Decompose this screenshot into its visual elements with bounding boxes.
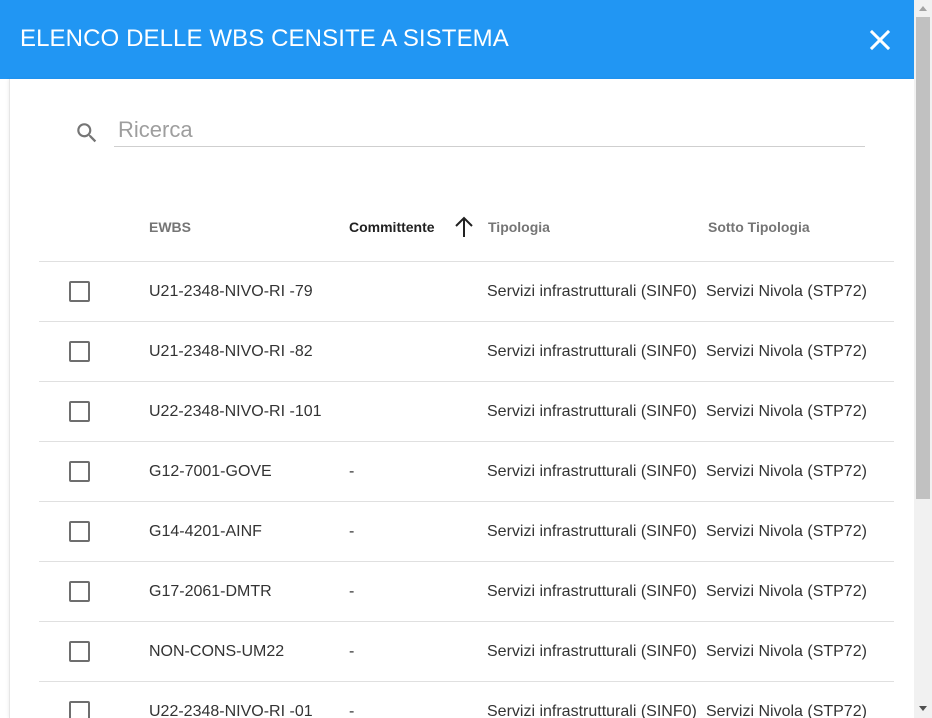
cell-ewbs: G12-7001-GOVE — [149, 463, 272, 480]
column-header-tipologia[interactable]: Tipologia — [488, 218, 550, 236]
cell-ewbs: NON-CONS-UM22 — [149, 643, 285, 660]
dialog-title: ELENCO DELLE WBS CENSITE A SISTEMA — [20, 25, 509, 52]
table-row[interactable]: U21-2348-NIVO-RI -82 Servizi infrastruttu… — [39, 321, 894, 381]
cell-sotto-tipologia: Servizi Nivola (STP72) — [706, 703, 867, 718]
dialog-header: ELENCO DELLE WBS CENSITE A SISTEMA — [0, 0, 914, 79]
cell-sotto-tipologia: Servizi Nivola (STP72) — [706, 463, 867, 480]
cell-tipologia: Servizi infrastrutturali (SINF0) — [487, 463, 697, 480]
wbs-list-dialog: ELENCO DELLE WBS CENSITE A SISTEMA EWBS … — [0, 0, 914, 718]
cell-ewbs: U21-2348-NIVO-RI -79 — [149, 283, 313, 300]
close-button[interactable] — [862, 22, 898, 58]
scrollbar-thumb[interactable] — [916, 17, 930, 499]
cell-tipologia: Servizi infrastrutturali (SINF0) — [487, 643, 697, 660]
cell-sotto-tipologia: Servizi Nivola (STP72) — [706, 583, 867, 600]
cell-sotto-tipologia: Servizi Nivola (STP72) — [706, 523, 867, 540]
search-input[interactable] — [114, 114, 865, 147]
cell-sotto-tipologia: Servizi Nivola (STP72) — [706, 283, 867, 300]
cell-committente: - — [349, 523, 355, 540]
table-row[interactable]: U22-2348-NIVO-RI -101 Servizi infrastrutt… — [39, 381, 894, 441]
row-checkbox[interactable] — [69, 521, 90, 542]
scroll-up-icon[interactable] — [919, 6, 927, 11]
table-row[interactable]: G12-7001-GOVE - Servizi infrastrutturali (… — [39, 441, 894, 501]
cell-tipologia: Servizi infrastrutturali (SINF0) — [487, 283, 697, 300]
scroll-down-icon[interactable] — [919, 706, 927, 711]
cell-sotto-tipologia: Servizi Nivola (STP72) — [706, 403, 867, 420]
cell-sotto-tipologia: Servizi Nivola (STP72) — [706, 643, 867, 660]
row-checkbox[interactable] — [69, 281, 90, 302]
close-icon[interactable] — [862, 22, 898, 58]
cell-tipologia: Servizi infrastrutturali (SINF0) — [487, 523, 697, 540]
arrow-up-icon[interactable] — [453, 215, 475, 239]
column-header-ewbs[interactable]: EWBS — [149, 218, 191, 236]
cell-tipologia: Servizi infrastrutturali (SINF0) — [487, 583, 697, 600]
row-checkbox[interactable] — [69, 701, 90, 718]
table-row[interactable]: U21-2348-NIVO-RI -79 Servizi infrastruttu… — [39, 261, 894, 321]
cell-tipologia: Servizi infrastrutturali (SINF0) — [487, 343, 697, 360]
row-checkbox[interactable] — [69, 341, 90, 362]
column-header-committente[interactable]: Committente — [349, 218, 435, 236]
table-row[interactable]: G17-2061-DMTR - Servizi infrastrutturali (… — [39, 561, 894, 621]
column-header-sotto-tipologia[interactable]: Sotto Tipologia — [708, 218, 810, 236]
cell-tipologia: Servizi infrastrutturali (SINF0) — [487, 403, 697, 420]
cell-tipologia: Servizi infrastrutturali (SINF0) — [487, 703, 697, 718]
cell-committente: - — [349, 643, 355, 660]
row-checkbox[interactable] — [69, 641, 90, 662]
table-body: U21-2348-NIVO-RI -79 Servizi infrastruttu… — [39, 261, 894, 718]
cell-ewbs: G17-2061-DMTR — [149, 583, 272, 600]
cell-ewbs: U21-2348-NIVO-RI -82 — [149, 343, 313, 360]
table-row[interactable]: NON-CONS-UM22 - Servizi infrastrutturali (… — [39, 621, 894, 681]
cell-sotto-tipologia: Servizi Nivola (STP72) — [706, 343, 867, 360]
cell-committente: - — [349, 463, 355, 480]
cell-ewbs: U22-2348-NIVO-RI -01 — [149, 703, 313, 718]
table-row[interactable]: U22-2348-NIVO-RI -01 - Servizi infrastrutt… — [39, 681, 894, 718]
table-row[interactable]: G14-4201-AINF - Servizi infrastrutturali (… — [39, 501, 894, 561]
row-checkbox[interactable] — [69, 401, 90, 422]
cell-ewbs: U22-2348-NIVO-RI -101 — [149, 403, 322, 420]
row-checkbox[interactable] — [69, 581, 90, 602]
cell-committente: - — [349, 703, 355, 718]
row-checkbox[interactable] — [69, 461, 90, 482]
cell-ewbs: G14-4201-AINF — [149, 523, 262, 540]
search-icon — [77, 123, 97, 143]
cell-committente: - — [349, 583, 355, 600]
